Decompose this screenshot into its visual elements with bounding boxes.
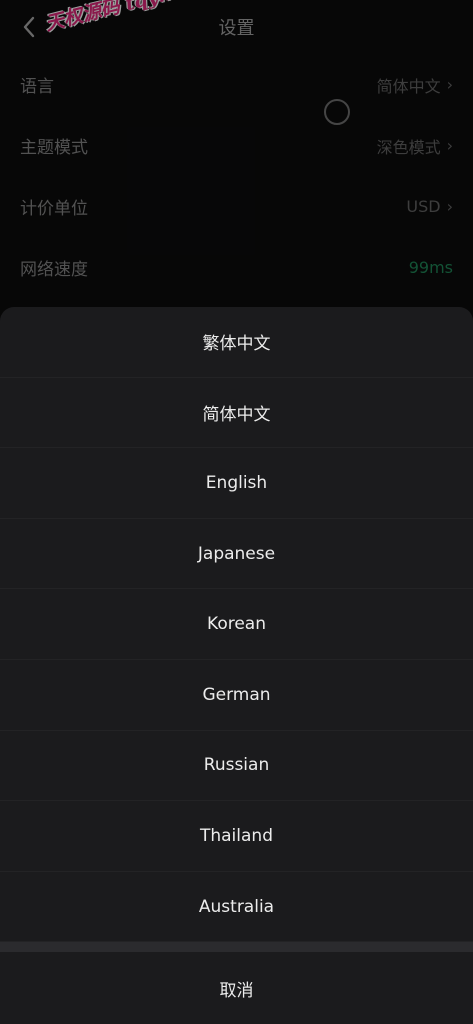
language-option-australia[interactable]: Australia [0,872,473,943]
language-option-simplified-chinese[interactable]: 简体中文 [0,378,473,449]
language-option-korean[interactable]: Korean [0,589,473,660]
language-option-thailand[interactable]: Thailand [0,801,473,872]
cancel-button[interactable]: 取消 [0,952,473,1024]
language-option-russian[interactable]: Russian [0,731,473,802]
language-option-german[interactable]: German [0,660,473,731]
sheet-divider [0,942,473,953]
language-action-sheet: 繁体中文 简体中文 English Japanese Korean German… [0,307,473,1024]
language-option-english[interactable]: English [0,448,473,519]
language-option-japanese[interactable]: Japanese [0,519,473,590]
language-option-traditional-chinese[interactable]: 繁体中文 [0,307,473,378]
